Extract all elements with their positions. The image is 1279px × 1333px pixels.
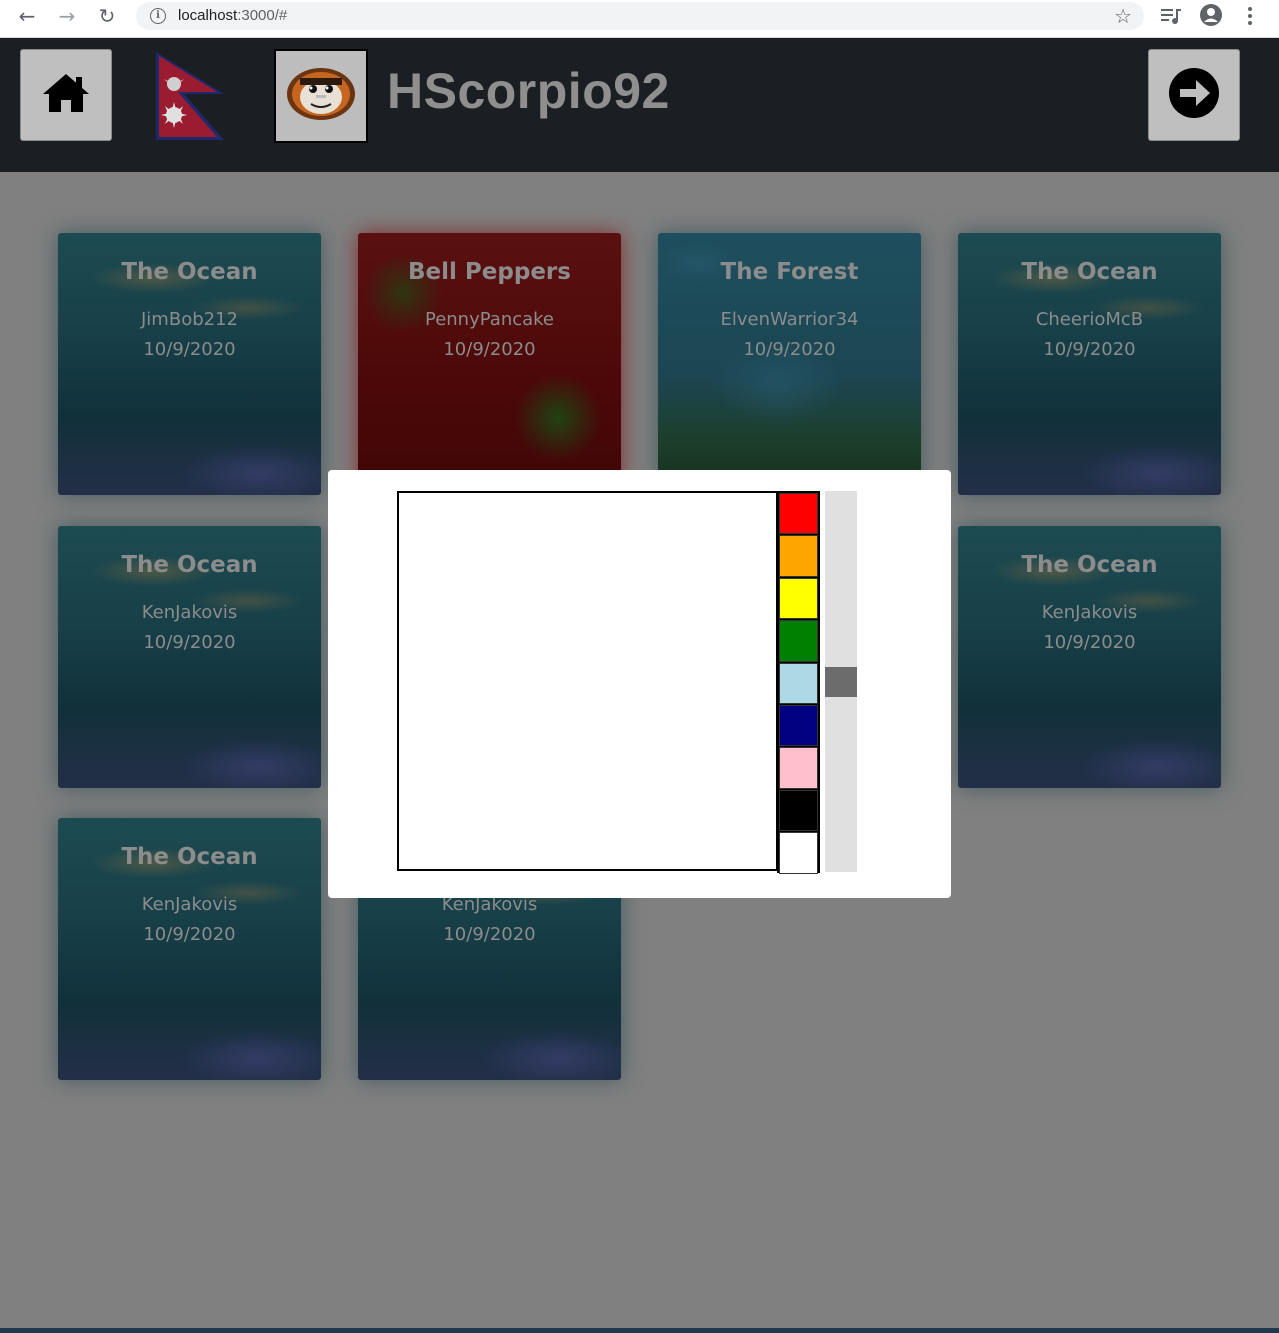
artwork-author: ElvenWarrior34: [720, 309, 859, 330]
avatar[interactable]: [274, 49, 368, 143]
artwork-title: The Ocean: [1021, 552, 1158, 578]
artwork-card[interactable]: Bell Peppers PennyPancake 10/9/2020: [358, 233, 621, 495]
color-swatch-pink[interactable]: [779, 747, 818, 789]
address-bar[interactable]: i localhost:3000/# ☆: [136, 2, 1144, 30]
artwork-card[interactable]: The Ocean KenJakovis 10/9/2020: [958, 526, 1221, 788]
artwork-date: 10/9/2020: [1043, 339, 1136, 360]
brush-size-handle[interactable]: [825, 666, 857, 697]
color-swatch-green[interactable]: [779, 620, 818, 662]
monkey-avatar-icon: [286, 64, 356, 128]
arrow-right-circle-icon: [1168, 67, 1220, 123]
artwork-title: The Ocean: [1021, 259, 1158, 285]
artwork-card[interactable]: The Ocean JimBob212 10/9/2020: [58, 233, 321, 495]
color-swatch-lightblue[interactable]: [779, 662, 818, 704]
artwork-date: 10/9/2020: [743, 339, 836, 360]
artwork-title: The Ocean: [121, 844, 258, 870]
media-queue-icon[interactable]: [1160, 6, 1182, 26]
home-button[interactable]: [20, 49, 112, 141]
back-arrow-icon[interactable]: ←: [12, 4, 42, 28]
color-swatch-black[interactable]: [779, 789, 818, 832]
artwork-card[interactable]: The Ocean KenJakovis 10/9/2020: [58, 818, 321, 1080]
color-swatch-yellow[interactable]: [779, 577, 818, 620]
drawing-modal: [328, 470, 951, 898]
artwork-author: KenJakovis: [141, 894, 238, 915]
artwork-title: The Ocean: [121, 259, 258, 285]
artwork-date: 10/9/2020: [443, 924, 536, 945]
color-swatch-white[interactable]: [779, 832, 818, 874]
artwork-author: CheerioMcB: [1035, 309, 1144, 330]
page-bottom-border: [0, 1328, 1279, 1333]
brush-size-slider[interactable]: [825, 491, 857, 872]
url-text[interactable]: localhost:3000/#: [178, 7, 287, 24]
artwork-date: 10/9/2020: [143, 632, 236, 653]
artwork-author: PennyPancake: [424, 309, 555, 330]
browser-menu-icon[interactable]: [1246, 6, 1254, 26]
artwork-date: 10/9/2020: [1043, 632, 1136, 653]
artwork-card[interactable]: The Ocean KenJakovis 10/9/2020: [58, 526, 321, 788]
app-header: HScorpio92: [0, 38, 1279, 172]
artwork-title: Bell Peppers: [408, 259, 571, 285]
next-button[interactable]: [1148, 49, 1240, 141]
color-swatch-red[interactable]: [779, 493, 818, 535]
color-palette: [777, 491, 820, 874]
forward-arrow-icon[interactable]: →: [52, 4, 82, 28]
url-path: :3000/#: [237, 7, 288, 24]
color-swatch-navy[interactable]: [779, 705, 818, 747]
artwork-author: KenJakovis: [1041, 602, 1138, 623]
site-info-icon[interactable]: i: [150, 8, 166, 24]
artwork-card[interactable]: The Ocean CheerioMcB 10/9/2020: [958, 233, 1221, 495]
bookmark-star-icon[interactable]: ☆: [1114, 4, 1132, 28]
artwork-date: 10/9/2020: [443, 339, 536, 360]
artwork-date: 10/9/2020: [143, 924, 236, 945]
artwork-card[interactable]: The Forest ElvenWarrior34 10/9/2020: [658, 233, 921, 495]
artwork-author: KenJakovis: [141, 602, 238, 623]
browser-toolbar: ← → ↻ i localhost:3000/# ☆: [0, 0, 1279, 38]
artwork-title: The Ocean: [121, 552, 258, 578]
artwork-date: 10/9/2020: [143, 339, 236, 360]
color-swatch-orange[interactable]: [779, 535, 818, 577]
artwork-author: JimBob212: [141, 309, 238, 330]
nepal-flag-icon: [154, 50, 230, 142]
reload-icon[interactable]: ↻: [92, 4, 122, 28]
drawing-canvas[interactable]: [397, 491, 778, 871]
page-title-username: HScorpio92: [387, 63, 670, 119]
home-icon: [41, 71, 91, 119]
artwork-title: The Forest: [720, 259, 859, 285]
url-host: localhost: [178, 7, 238, 24]
account-avatar-icon[interactable]: [1199, 3, 1223, 27]
